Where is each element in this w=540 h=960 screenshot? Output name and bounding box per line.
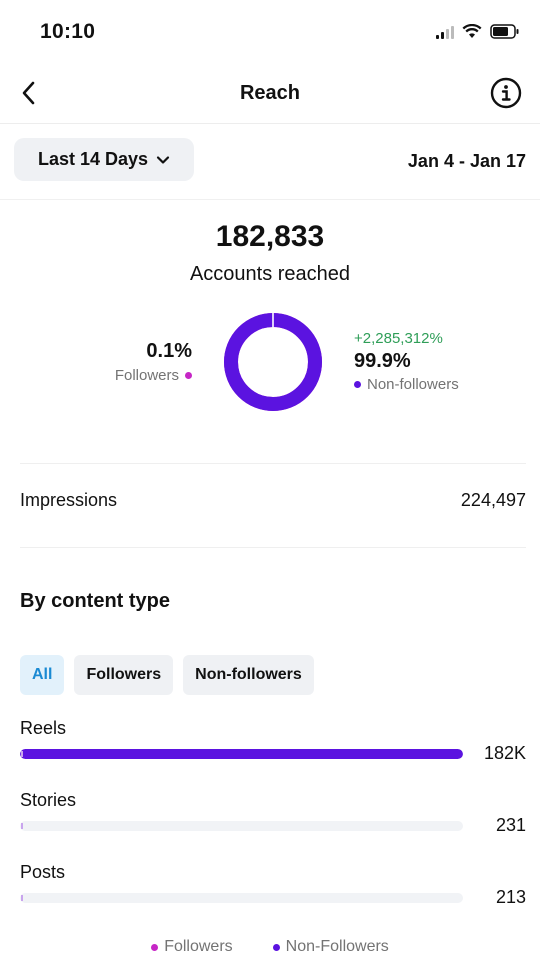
nonfollowers-percent: 99.9% [354,350,411,372]
info-icon [490,77,522,109]
cellular-signal-icon [436,25,454,39]
info-button[interactable] [490,77,522,109]
chevron-down-icon [156,155,170,164]
followers-percent: 0.1% [146,340,192,362]
chart-legend: Followers Non-Followers [0,938,540,956]
content-bar-track [20,893,463,903]
followers-bar-tick [21,895,23,901]
legend-nonfollowers-dot [272,943,280,951]
followers-bar-tick [21,823,23,829]
followers-dot [185,372,192,379]
wifi-icon [462,24,482,38]
content-bar-track [20,749,463,759]
legend-followers-label: Followers [164,938,233,955]
donut-nonfollowers-arc [224,313,322,411]
battery-icon [490,24,519,39]
reach-donut-chart [224,313,322,411]
content-row-posts: Posts 213 [20,862,526,922]
status-bar: 10:10 [0,0,540,62]
content-row-label: Posts [20,862,66,882]
accounts-reached-value: 182,833 [215,220,325,253]
content-row-value: 213 [495,887,526,907]
period-dropdown[interactable]: Last 14 Days [14,138,194,181]
followers-text: Followers [114,367,179,384]
content-row-label: Stories [20,790,77,810]
filter-chip-all[interactable]: All [20,655,65,695]
nonfollowers-dot [354,381,361,388]
followers-stat-label: Followers [115,367,192,384]
period-label: Last 14 Days [37,149,149,169]
header: Reach [0,62,540,124]
legend-followers: Followers [151,938,233,956]
content-bar-track [20,821,463,831]
content-bar-fill [20,749,463,759]
legend-nonfollowers: Non-Followers [272,938,389,956]
content-row-stories: Stories 231 [20,790,526,850]
nonfollowers-stat-label: Non-followers [354,376,459,393]
divider [20,463,526,464]
legend-nonfollowers-label: Non-Followers [285,938,389,955]
followers-bar-tick [21,751,23,757]
status-icons [436,24,520,39]
page-title: Reach [239,82,301,104]
nonfollowers-text: Non-followers [367,376,459,393]
impressions-row[interactable]: Impressions 224,497 [20,490,526,511]
divider [20,547,526,548]
impressions-value: 224,497 [460,490,526,510]
filter-chips: All Followers Non-followers [20,655,314,695]
content-type-title: By content type [20,590,171,612]
impressions-label: Impressions [20,490,118,510]
status-time: 10:10 [40,20,96,43]
content-row-value: 231 [495,815,526,835]
period-row: Last 14 Days Jan 4 - Jan 17 [0,124,540,200]
content-row-reels: Reels 182K [20,718,526,778]
accounts-reached-label: Accounts reached [189,263,351,285]
content-row-label: Reels [20,718,67,738]
filter-chip-followers[interactable]: Followers [74,655,174,695]
followers-stat: 0.1% Followers [115,340,192,384]
content-row-value: 182K [483,743,526,763]
legend-followers-dot [151,943,159,951]
date-range: Jan 4 - Jan 17 [407,151,526,171]
filter-chip-nonfollowers[interactable]: Non-followers [183,655,314,695]
nonfollowers-change: +2,285,312% [354,330,443,347]
nonfollowers-stat: +2,285,312% 99.9% Non-followers [354,330,459,393]
